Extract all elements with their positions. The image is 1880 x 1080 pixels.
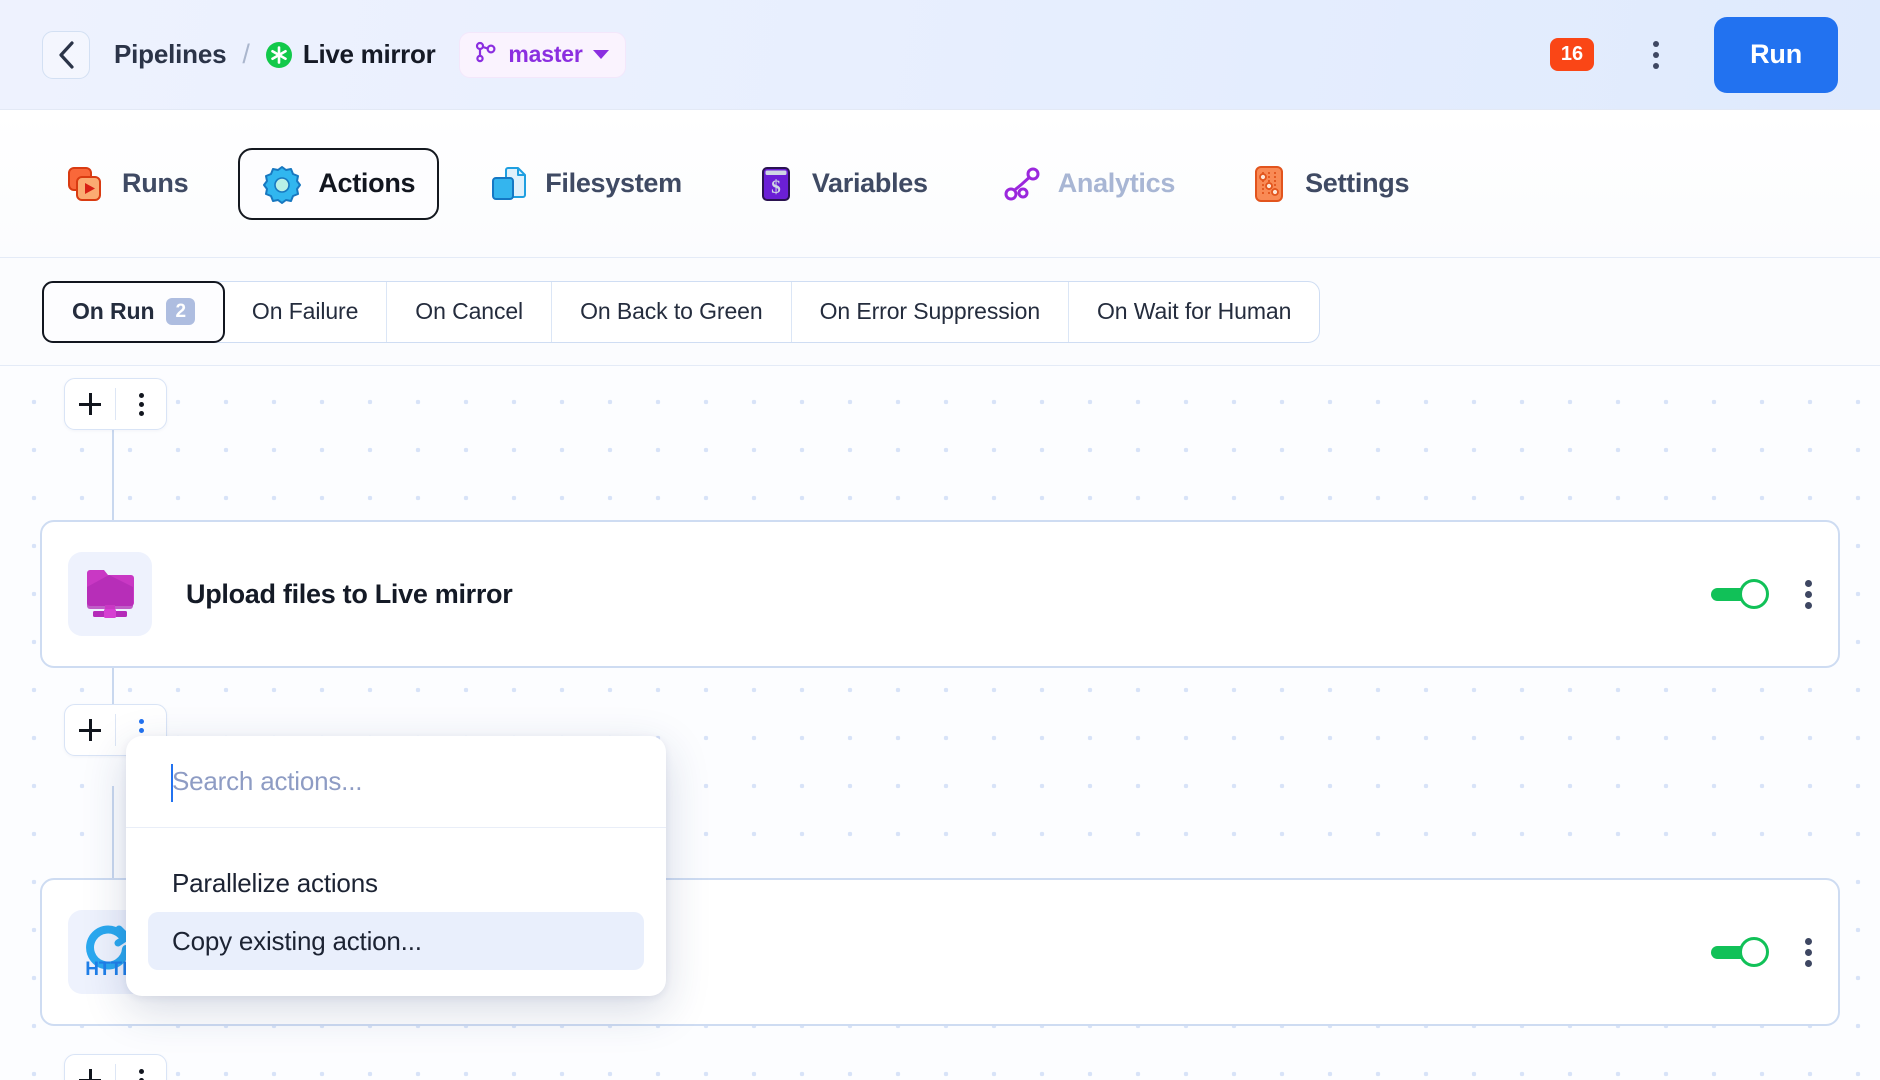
- chevron-left-icon: [57, 40, 75, 70]
- kebab-menu-icon: [138, 1068, 144, 1080]
- action-card-kebab-button[interactable]: [1805, 937, 1812, 967]
- git-branch-icon: [474, 40, 498, 69]
- header-actions: 16 Run: [1549, 16, 1838, 93]
- subtab-on-back-to-green-label: On Back to Green: [580, 298, 763, 324]
- plus-icon: [79, 1069, 101, 1080]
- tab-analytics[interactable]: Analytics: [978, 148, 1199, 220]
- subtab-on-run[interactable]: On Run 2: [42, 280, 225, 343]
- kebab-menu-icon: [138, 392, 144, 416]
- kebab-dot: [1653, 51, 1660, 58]
- subtab-on-error-suppression-label: On Error Suppression: [819, 298, 1041, 324]
- action-icon-box: [68, 552, 152, 636]
- toggle-knob: [1739, 937, 1769, 967]
- subtab-on-cancel-label: On Cancel: [415, 298, 524, 324]
- tab-variables-label: Variables: [811, 168, 928, 198]
- notification-count-badge[interactable]: 16: [1549, 38, 1595, 71]
- settings-sliders-icon: [1249, 164, 1289, 204]
- tab-analytics-label: Analytics: [1057, 168, 1176, 198]
- plus-icon: [79, 719, 101, 741]
- subtab-on-wait-for-human[interactable]: On Wait for Human: [1069, 282, 1319, 342]
- add-action-menu-button[interactable]: [116, 379, 166, 429]
- add-action-button[interactable]: [65, 1055, 115, 1080]
- tab-settings-label: Settings: [1305, 168, 1410, 198]
- subtab-on-wait-for-human-label: On Wait for Human: [1097, 298, 1292, 324]
- connector-line: [112, 428, 114, 520]
- svg-text:$: $: [771, 177, 781, 198]
- tab-actions-label: Actions: [318, 168, 416, 198]
- tab-settings[interactable]: Settings: [1225, 148, 1433, 220]
- add-action-bar: [64, 378, 167, 430]
- subtab-on-cancel[interactable]: On Cancel: [387, 281, 553, 342]
- action-card-kebab-button[interactable]: [1805, 579, 1812, 609]
- tab-runs[interactable]: Runs: [42, 148, 212, 220]
- connector-line: [112, 786, 114, 878]
- breadcrumb-separator: /: [242, 39, 250, 69]
- back-button[interactable]: [42, 30, 90, 79]
- run-button[interactable]: Run: [1714, 16, 1838, 93]
- tab-filesystem-label: Filesystem: [545, 168, 682, 198]
- action-card-controls: [1711, 937, 1812, 967]
- toggle-knob: [1739, 579, 1769, 609]
- action-card-controls: [1711, 579, 1812, 609]
- subtab-on-run-count: 2: [166, 297, 195, 326]
- tab-runs-label: Runs: [122, 168, 189, 198]
- subtab-on-error-suppression[interactable]: On Error Suppression: [792, 281, 1070, 342]
- action-card[interactable]: Upload files to Live mirror: [40, 520, 1840, 668]
- search-input-placeholder: Search actions...: [172, 766, 363, 796]
- action-enabled-toggle[interactable]: [1711, 937, 1769, 967]
- trigger-subtabs-bar: On Run 2 On Failure On Cancel On Back to…: [0, 258, 1880, 366]
- menu-item-parallelize-actions[interactable]: Parallelize actions: [148, 854, 644, 912]
- subtab-on-failure[interactable]: On Failure: [224, 281, 388, 342]
- kebab-dot: [1653, 62, 1660, 69]
- dropdown-items: Parallelize actions Copy existing action…: [126, 828, 666, 970]
- tab-actions[interactable]: Actions: [238, 147, 440, 220]
- add-action-dropdown: Search actions... Parallelize actions Co…: [126, 736, 666, 996]
- subtab-on-back-to-green[interactable]: On Back to Green: [552, 281, 792, 342]
- breadcrumb-pipelines[interactable]: Pipelines: [114, 39, 227, 70]
- filesystem-folder-icon: [489, 164, 529, 204]
- asterisk-green-icon: [265, 41, 292, 68]
- subtab-on-run-label: On Run: [72, 298, 155, 324]
- variables-dollar-icon: $: [756, 164, 796, 204]
- add-action-button[interactable]: [65, 379, 115, 429]
- add-action-button[interactable]: [65, 705, 115, 755]
- upload-files-monitor-icon: [79, 561, 141, 628]
- chevron-down-icon: [592, 50, 609, 59]
- page-title: Live mirror: [302, 39, 436, 69]
- runs-icon: [66, 164, 106, 204]
- action-enabled-toggle[interactable]: [1711, 579, 1769, 609]
- search-actions-field[interactable]: Search actions...: [126, 736, 666, 828]
- action-card-title: Upload files to Live mirror: [186, 578, 513, 609]
- text-cursor: [171, 764, 173, 802]
- add-action-bar: [64, 1054, 167, 1080]
- branch-selector[interactable]: master: [459, 31, 626, 78]
- header-kebab-button[interactable]: [1628, 27, 1684, 83]
- plus-icon: [79, 393, 101, 415]
- menu-item-copy-existing-action[interactable]: Copy existing action...: [148, 912, 644, 970]
- add-action-menu-button[interactable]: [116, 1055, 166, 1080]
- pipeline-canvas[interactable]: Upload files to Live mirror HTTP Search …: [0, 366, 1880, 1080]
- tab-variables[interactable]: $ Variables: [732, 148, 952, 220]
- app-header: Pipelines / Live mirror master 16 Run: [0, 0, 1880, 110]
- kebab-dot: [1653, 40, 1660, 47]
- branch-name-label: master: [508, 41, 583, 67]
- main-nav-tabs: Runs Actions Filesystem $ Variables Anal…: [0, 110, 1880, 258]
- analytics-graph-icon: [1002, 164, 1042, 204]
- trigger-subtabs: On Run 2 On Failure On Cancel On Back to…: [42, 280, 1321, 343]
- actions-gear-icon: [262, 164, 302, 204]
- tab-filesystem[interactable]: Filesystem: [465, 148, 706, 220]
- subtab-on-failure-label: On Failure: [251, 298, 359, 324]
